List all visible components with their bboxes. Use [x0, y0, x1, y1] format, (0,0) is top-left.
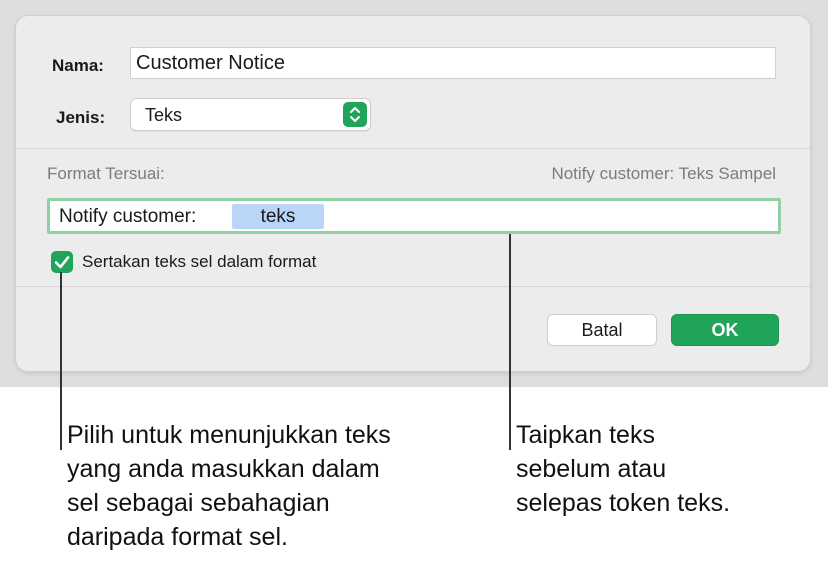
- callout-left: Pilih untuk menunjukkan teks yang anda m…: [67, 421, 391, 551]
- custom-format-input[interactable]: Notify customer: teks: [47, 198, 781, 234]
- callout-right: Taipkan teks sebelum atau selepas token …: [516, 421, 731, 517]
- include-cell-text-label: Sertakan teks sel dalam format: [82, 252, 317, 271]
- separator-top: [16, 148, 810, 149]
- type-popup-button[interactable]: Teks: [130, 98, 371, 131]
- type-label: Jenis:: [56, 108, 106, 127]
- chevron-up-down-icon: [343, 102, 367, 127]
- callout-line-right: [509, 234, 511, 450]
- callout-line-left: [60, 272, 62, 450]
- include-cell-text-checkbox[interactable]: [51, 251, 73, 273]
- text-token[interactable]: teks: [232, 204, 324, 229]
- cancel-button[interactable]: Batal: [547, 314, 657, 346]
- separator-bottom: [16, 286, 810, 287]
- ok-button[interactable]: OK: [671, 314, 779, 346]
- checkmark-icon: [54, 256, 70, 269]
- format-preview: Notify customer: Teks Sampel: [551, 164, 776, 183]
- name-input[interactable]: Customer Notice: [130, 47, 776, 79]
- format-prefix-text: Notify customer:: [59, 206, 197, 227]
- custom-format-label: Format Tersuai:: [47, 164, 165, 183]
- name-label: Nama:: [52, 56, 104, 75]
- custom-format-dialog: Nama: Customer Notice Jenis: Teks Format…: [16, 16, 810, 371]
- type-popup-value: Teks: [145, 105, 183, 125]
